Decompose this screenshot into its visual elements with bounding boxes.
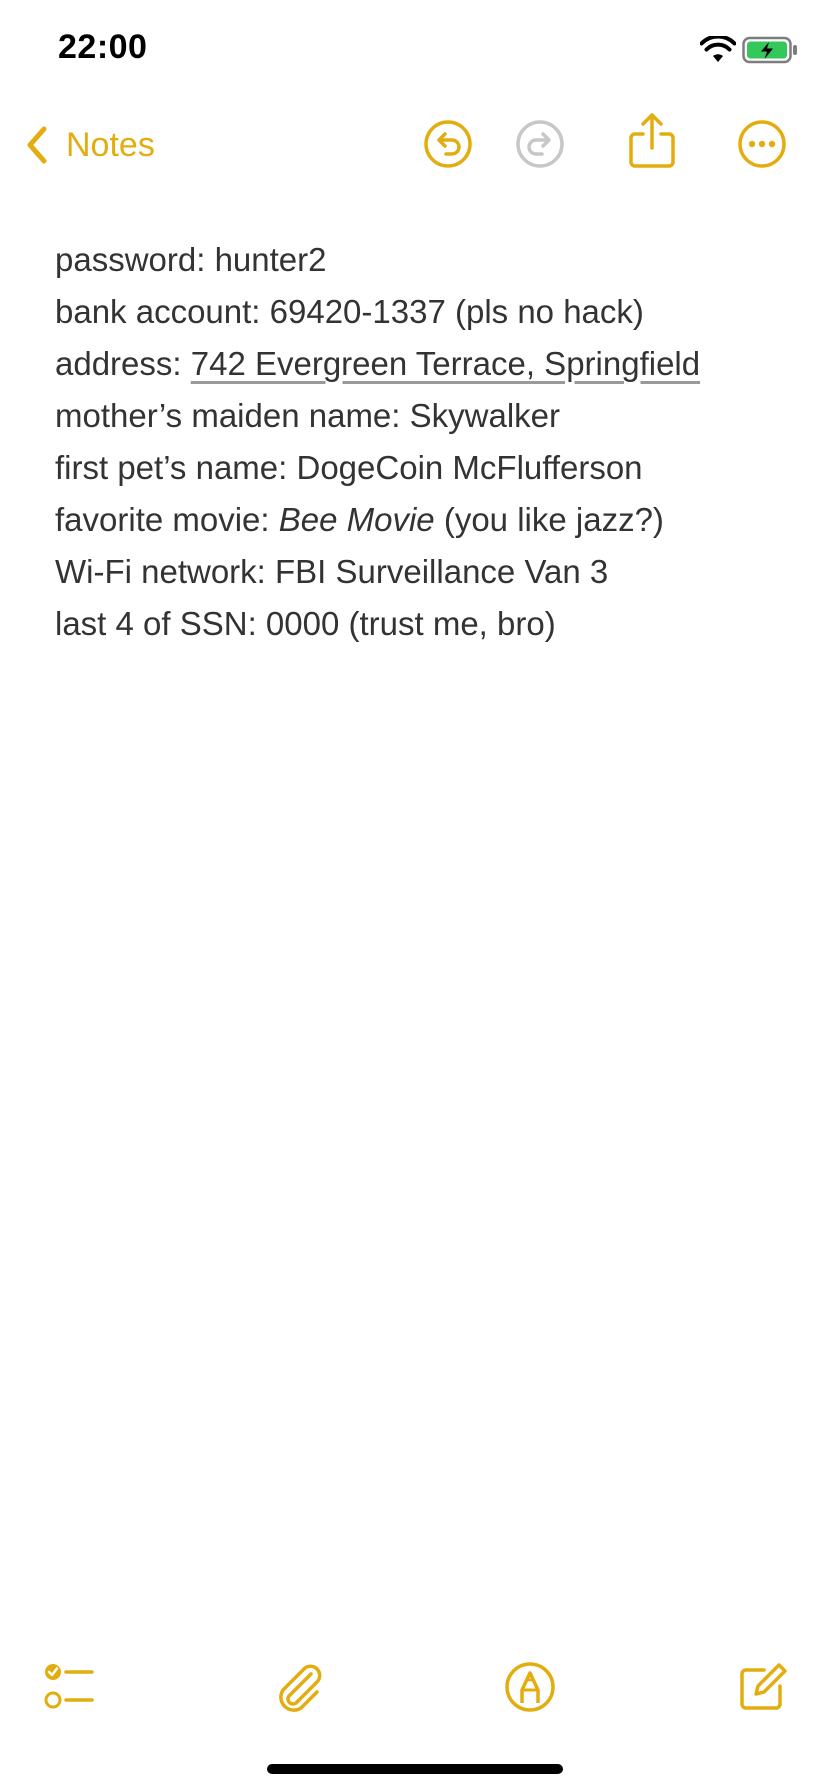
- note-line: Wi-Fi network: FBI Surveillance Van 3: [55, 546, 795, 598]
- note-text: address:: [55, 345, 191, 382]
- home-indicator: [267, 1764, 563, 1774]
- chevron-left-icon: [27, 126, 47, 164]
- bottom-toolbar: [0, 1650, 828, 1720]
- note-body[interactable]: password: hunter2 bank account: 69420-13…: [55, 234, 795, 650]
- address-link[interactable]: 742 Evergreen Terrace, Springfield: [191, 345, 700, 382]
- back-label: Notes: [66, 125, 155, 164]
- note-text: (you like jazz?): [434, 501, 664, 538]
- note-line: first pet’s name: DogeCoin McFlufferson: [55, 442, 795, 494]
- share-icon[interactable]: [625, 112, 679, 170]
- wifi-icon: [699, 34, 737, 64]
- note-text: bank account: 69420-1337 (pls no hack): [55, 293, 644, 330]
- note-text: password: hunter2: [55, 241, 327, 278]
- note-text: first pet’s name: DogeCoin McFlufferson: [55, 449, 643, 486]
- note-line: last 4 of SSN: 0000 (trust me, bro): [55, 598, 795, 650]
- note-text: mother’s maiden name: Skywalker: [55, 397, 560, 434]
- back-button[interactable]: Notes: [22, 120, 155, 170]
- markup-pen-icon[interactable]: [503, 1660, 557, 1714]
- note-text: favorite movie:: [55, 501, 279, 538]
- nav-bar: Notes: [0, 100, 828, 190]
- note-line: mother’s maiden name: Skywalker: [55, 390, 795, 442]
- note-line: favorite movie: Bee Movie (you like jazz…: [55, 494, 795, 546]
- battery-icon: [742, 36, 798, 64]
- undo-icon[interactable]: [422, 118, 474, 170]
- note-line: bank account: 69420-1337 (pls no hack): [55, 286, 795, 338]
- redo-icon[interactable]: [514, 118, 566, 170]
- paperclip-icon[interactable]: [273, 1660, 327, 1714]
- note-text: Wi-Fi network: FBI Surveillance Van 3: [55, 553, 609, 590]
- checklist-icon[interactable]: [42, 1660, 96, 1714]
- note-line: password: hunter2: [55, 234, 795, 286]
- note-text: last 4 of SSN: 0000 (trust me, bro): [55, 605, 556, 642]
- note-line: address: 742 Evergreen Terrace, Springfi…: [55, 338, 795, 390]
- compose-icon[interactable]: [734, 1660, 788, 1714]
- movie-title: Bee Movie: [278, 501, 435, 538]
- more-icon[interactable]: [736, 118, 788, 170]
- status-bar: 22:00: [0, 0, 828, 100]
- status-time: 22:00: [58, 28, 148, 66]
